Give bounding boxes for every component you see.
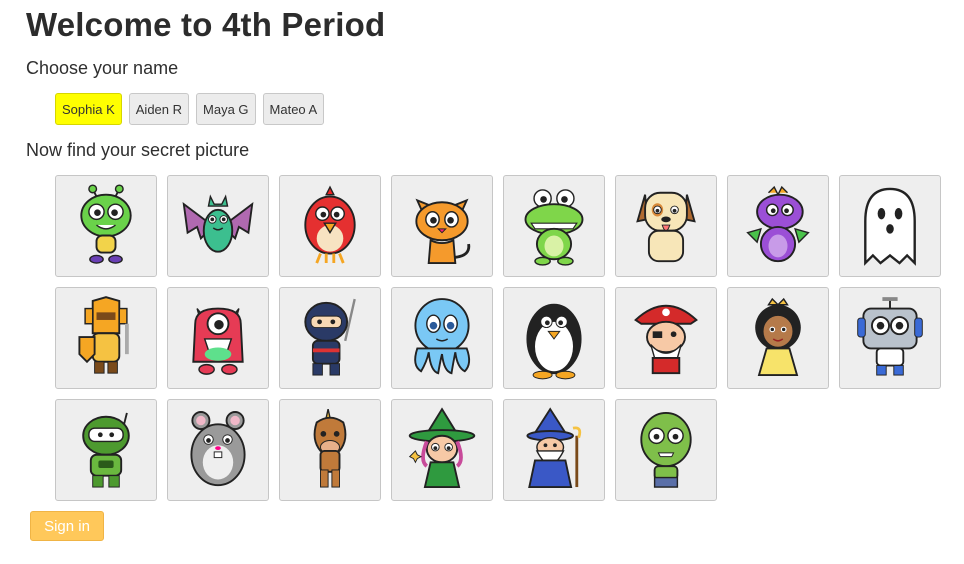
picture-tile-pirate[interactable] xyxy=(615,287,717,389)
picture-tile-bat[interactable] xyxy=(167,175,269,277)
ghost-icon xyxy=(864,187,916,266)
dog-icon xyxy=(636,191,696,263)
witch-icon xyxy=(408,407,476,488)
name-button-sophia-k[interactable]: Sophia K xyxy=(55,93,122,125)
picture-tile-green-robot[interactable] xyxy=(55,399,157,501)
bat-icon xyxy=(182,194,254,253)
picture-tile-ghost[interactable] xyxy=(839,175,941,277)
picture-tile-penguin[interactable] xyxy=(503,287,605,389)
penguin-icon xyxy=(526,303,582,380)
picture-tile-orange-cat[interactable] xyxy=(391,175,493,277)
princess-icon xyxy=(755,297,801,376)
hamster-icon xyxy=(190,411,246,487)
picture-tile-hamster[interactable] xyxy=(167,399,269,501)
picture-tile-knight[interactable] xyxy=(55,287,157,389)
secret-picture-label: Now find your secret picture xyxy=(26,140,250,160)
picture-tile-wizard[interactable] xyxy=(503,399,605,501)
picture-tile-purple-dragon[interactable] xyxy=(727,175,829,277)
green-robot-icon xyxy=(82,412,130,488)
picture-tile-dog[interactable] xyxy=(615,175,717,277)
pirate-icon xyxy=(634,304,698,375)
page-title: Welcome to 4th Period xyxy=(26,6,386,43)
picture-tile-ninja[interactable] xyxy=(279,287,381,389)
wizard-icon xyxy=(526,407,582,488)
orange-cat-icon xyxy=(415,198,471,264)
picture-tile-octopus[interactable] xyxy=(391,287,493,389)
alien-icon xyxy=(80,184,132,264)
picture-tile-unicorn[interactable] xyxy=(279,399,381,501)
red-monster-icon xyxy=(192,307,244,375)
sign-in-button[interactable]: Sign in xyxy=(30,511,104,541)
ninja-icon xyxy=(304,298,356,376)
name-button-mateo-a[interactable]: Mateo A xyxy=(262,93,325,125)
octopus-icon xyxy=(414,298,471,375)
crocodile-icon xyxy=(524,189,584,266)
choose-name-label: Choose your name xyxy=(26,58,179,78)
picture-tile-robot[interactable] xyxy=(839,287,941,389)
picture-tile-zombie[interactable] xyxy=(615,399,717,501)
picture-tile-alien[interactable] xyxy=(55,175,157,277)
name-button-aiden-r[interactable]: Aiden R xyxy=(128,93,190,125)
red-bird-icon xyxy=(304,185,356,264)
unicorn-icon xyxy=(313,408,347,488)
purple-dragon-icon xyxy=(746,185,810,263)
picture-tile-princess[interactable] xyxy=(727,287,829,389)
picture-tile-red-monster[interactable] xyxy=(167,287,269,389)
zombie-icon xyxy=(640,412,692,488)
picture-tile-crocodile[interactable] xyxy=(503,175,605,277)
picture-tile-red-bird[interactable] xyxy=(279,175,381,277)
name-button-maya-g[interactable]: Maya G xyxy=(196,93,256,125)
picture-grid xyxy=(55,175,941,501)
name-list: Sophia K Aiden R Maya G Mateo A xyxy=(55,93,325,125)
robot-icon xyxy=(857,297,923,376)
knight-icon xyxy=(78,296,129,374)
picture-tile-witch[interactable] xyxy=(391,399,493,501)
